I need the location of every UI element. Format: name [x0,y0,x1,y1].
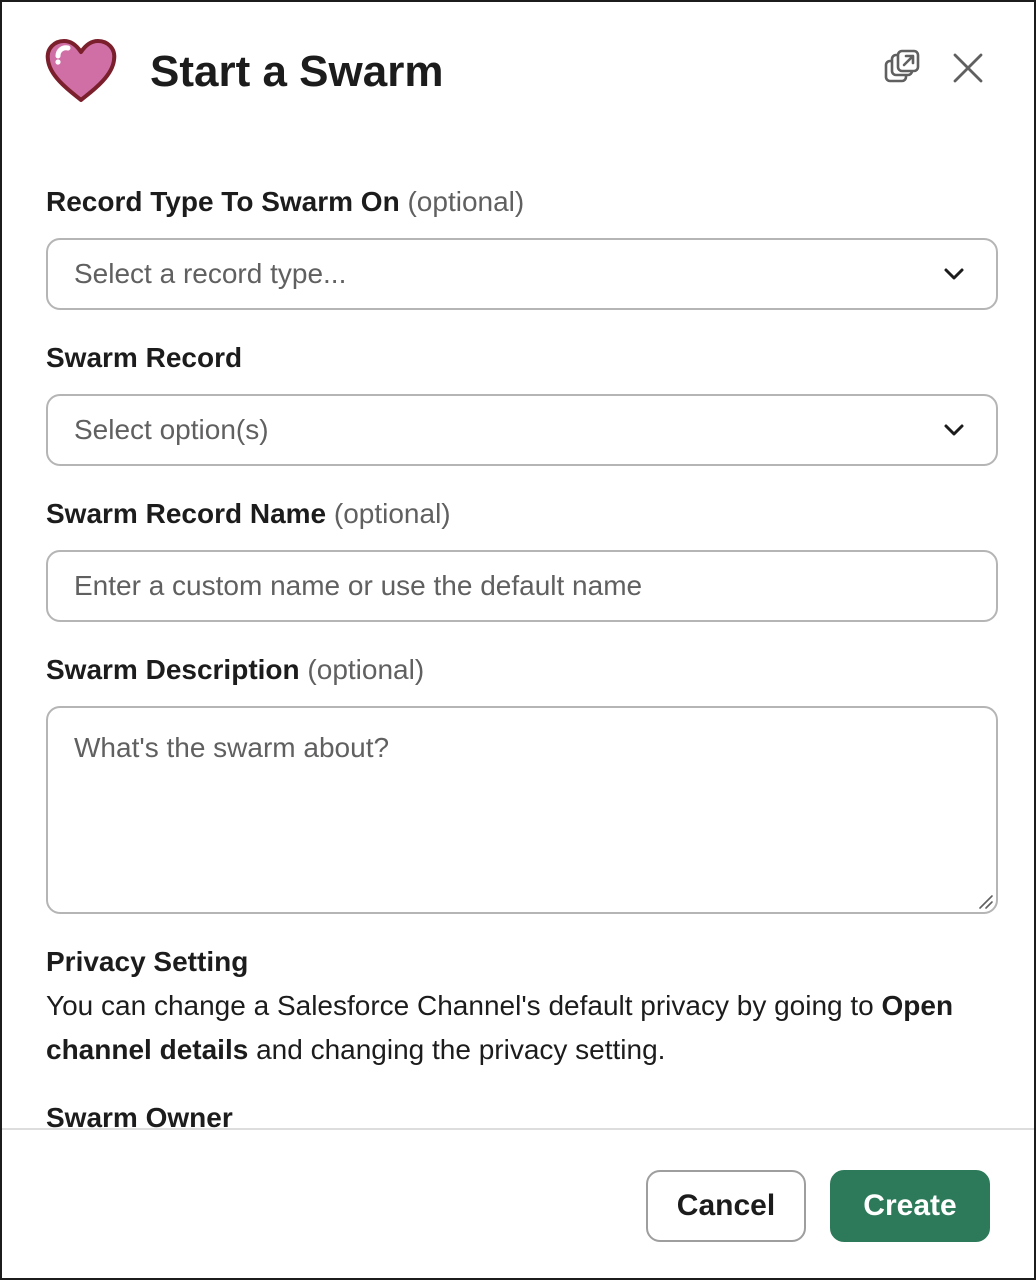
create-button[interactable]: Create [830,1170,990,1242]
swarm-record-label-text: Swarm Record [46,342,243,373]
swarm-owner-label: Swarm Owner [46,1098,233,1128]
start-swarm-modal: Start a Swarm Record Type To Swarm On (o… [0,0,1036,1280]
privacy-setting-label-text: Privacy Setting [46,946,249,977]
resize-handle-icon[interactable] [976,892,994,910]
optional-tag: (optional) [307,654,425,685]
swarm-record-name-label-text: Swarm Record Name [46,498,327,529]
close-button[interactable] [946,48,990,92]
popout-button[interactable] [880,48,924,92]
privacy-setting-label: Privacy Setting [46,942,248,982]
swarm-record-placeholder: Select option(s) [74,414,269,445]
swarm-record-name-input[interactable]: Enter a custom name or use the default n… [46,550,998,622]
swarm-record-select[interactable]: Select option(s) [46,394,998,466]
record-type-placeholder: Select a record type... [74,258,347,289]
swarm-description-textarea[interactable]: What's the swarm about? [46,706,998,914]
popout-icon [882,48,922,93]
record-type-label-text: Record Type To Swarm On [46,186,400,217]
record-type-select[interactable]: Select a record type... [46,238,998,310]
swarm-description-placeholder: What's the swarm about? [74,732,390,763]
optional-tag: (optional) [407,186,525,217]
privacy-setting-text: You can change a Salesforce Channel's de… [46,984,996,1072]
privacy-text-before: You can change a Salesforce Channel's de… [46,990,882,1021]
swarm-record-name-placeholder: Enter a custom name or use the default n… [74,570,643,601]
cancel-button[interactable]: Cancel [646,1170,806,1242]
optional-tag: (optional) [333,498,451,529]
swarm-record-label: Swarm Record [46,338,242,378]
privacy-text-after: and changing the privacy setting. [248,1034,666,1065]
chevron-down-icon [942,420,966,440]
swarm-owner-label-text: Swarm Owner [46,1102,233,1128]
modal-title: Start a Swarm [150,47,444,96]
modal-footer: Cancel Create [2,1128,1034,1278]
record-type-label: Record Type To Swarm On (optional) [46,182,524,222]
chevron-down-icon [942,264,966,284]
swarm-description-label-text: Swarm Description [46,654,300,685]
heart-icon [44,38,118,104]
swarm-description-label: Swarm Description (optional) [46,650,424,690]
swarm-record-name-label: Swarm Record Name (optional) [46,494,451,534]
close-icon [952,52,984,89]
modal-body[interactable]: Record Type To Swarm On (optional) Selec… [2,142,1034,1128]
modal-header: Start a Swarm [2,2,1034,142]
